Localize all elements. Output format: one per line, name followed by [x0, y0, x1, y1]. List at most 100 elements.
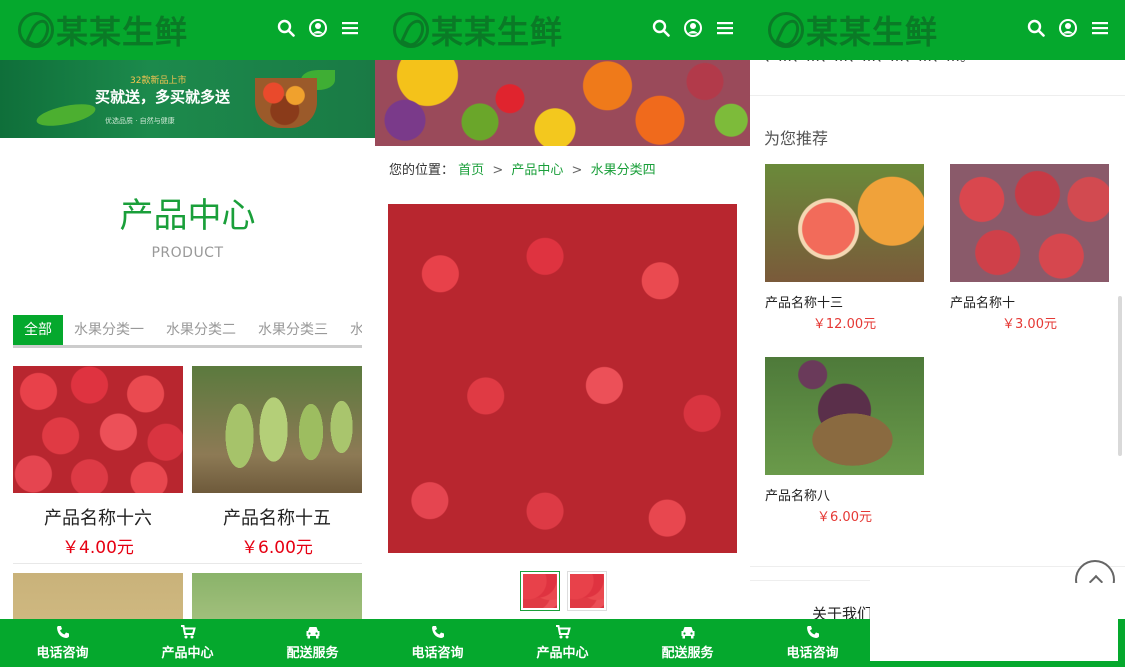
breadcrumb-label: 您的位置：: [389, 163, 455, 178]
category-tabs: 全部 水果分类一 水果分类二 水果分类三 水: [13, 315, 362, 348]
section-subtitle: PRODUCT: [151, 245, 224, 261]
nav-phone[interactable]: 电话咨询: [0, 619, 125, 667]
logo-text: 某某生鲜: [806, 13, 939, 51]
recommend-card[interactable]: 产品名称八 ￥6.00元: [765, 357, 924, 525]
nav-delivery-label: 配送服务: [661, 646, 714, 661]
nav-products-label: 产品中心: [161, 646, 214, 661]
banner-subline: 优选品质 · 自然与健康: [105, 117, 175, 125]
nav-phone[interactable]: 电话咨询: [375, 619, 500, 667]
peas-image: [34, 99, 98, 131]
promo-banner[interactable]: 32款新品上市 买就送，多买就多送 优选品质 · 自然与健康: [0, 60, 375, 138]
product-name[interactable]: 产品名称十五: [192, 504, 362, 530]
breadcrumb: 您的位置： 首页 > 产品中心 > 水果分类四: [389, 159, 656, 178]
three-screen-composite: 某某生鲜 32款新品上市 买就送，多买就多送 优选品质 · 自然与健康 产品中心…: [0, 0, 1125, 667]
fruit-banner: [375, 60, 750, 146]
site-logo[interactable]: 某某生鲜: [393, 10, 563, 51]
breadcrumb-products[interactable]: 产品中心: [511, 163, 563, 178]
search-icon[interactable]: [652, 19, 670, 37]
recommend-image[interactable]: [765, 357, 924, 475]
divider: [750, 95, 1125, 96]
menu-icon[interactable]: [341, 19, 359, 37]
product-price: ￥6.00元: [241, 538, 313, 558]
cart-icon: [555, 625, 571, 639]
car-icon: [306, 627, 319, 639]
thumbnail-image: [570, 574, 604, 608]
section-title: 产品中心: [119, 196, 256, 236]
leaf-logo-icon: [393, 12, 429, 48]
nav-phone-label: 电话咨询: [411, 646, 464, 661]
nav-products[interactable]: 产品中心: [500, 619, 625, 667]
tab-category-4[interactable]: 水: [339, 315, 362, 345]
search-icon[interactable]: [1027, 19, 1045, 37]
nav-delivery[interactable]: 配送服务: [625, 619, 750, 667]
vegetable-basket-image: [255, 78, 317, 128]
banner-tag: 32款新品上市: [130, 76, 187, 86]
breadcrumb-home[interactable]: 首页: [458, 163, 484, 178]
row-divider: [13, 563, 362, 564]
leaf-logo-icon: [768, 12, 804, 48]
recommend-price: ￥6.00元: [817, 510, 872, 525]
divider: [750, 580, 870, 581]
site-logo[interactable]: 某某生鲜: [18, 10, 189, 51]
header-actions: [1027, 19, 1109, 37]
nav-products[interactable]: 产品中心: [125, 619, 250, 667]
site-logo[interactable]: 某某生鲜: [768, 10, 939, 51]
recommend-title: 为您推荐: [764, 129, 829, 148]
scrollbar[interactable]: [1118, 296, 1122, 456]
header-actions: [652, 19, 734, 37]
product-card[interactable]: 产品名称十六 ￥4.00元: [13, 366, 183, 558]
user-icon[interactable]: [309, 19, 327, 37]
nav-delivery[interactable]: 配送服务: [250, 619, 375, 667]
site-header: 某某生鲜: [0, 0, 375, 60]
recommend-image[interactable]: [950, 164, 1109, 282]
nav-delivery-label: 配送服务: [286, 646, 339, 661]
product-name[interactable]: 产品名称十六: [13, 504, 183, 530]
nav-products-label: 产品中心: [536, 646, 589, 661]
recommend-price: ￥3.00元: [1002, 317, 1057, 332]
header-actions: [277, 19, 359, 37]
car-icon: [681, 627, 694, 639]
breadcrumb-category[interactable]: 水果分类四: [591, 163, 656, 178]
tab-all[interactable]: 全部: [13, 315, 63, 345]
divider: [750, 566, 1125, 567]
recommend-name[interactable]: 产品名称十: [950, 292, 1109, 311]
thumbnail-1[interactable]: [520, 571, 560, 611]
user-icon[interactable]: [1059, 19, 1077, 37]
menu-icon[interactable]: [716, 19, 734, 37]
phone-icon: [431, 626, 444, 638]
recommend-name[interactable]: 产品名称十三: [765, 292, 924, 311]
recommend-card[interactable]: 产品名称十 ￥3.00元: [950, 164, 1109, 332]
recommend-card[interactable]: 产品名称十三 ￥12.00元: [765, 164, 924, 332]
recommend-price: ￥12.00元: [812, 317, 877, 332]
breadcrumb-separator: >: [571, 163, 583, 178]
cart-icon: [180, 625, 196, 639]
thumbnail-image: [523, 574, 557, 608]
breadcrumb-separator: >: [492, 163, 504, 178]
recommend-name[interactable]: 产品名称八: [765, 485, 924, 504]
product-card[interactable]: 产品名称十五 ￥6.00元: [192, 366, 362, 558]
bottom-nav: 电话咨询 产品中心 配送服务: [375, 619, 750, 667]
product-image[interactable]: [13, 366, 183, 493]
phone-icon: [56, 626, 69, 638]
image-thumbnails: [520, 571, 607, 611]
logo-text: 某某生鲜: [56, 13, 189, 51]
product-main-image[interactable]: [388, 204, 737, 553]
product-image[interactable]: [192, 366, 362, 493]
nav-phone[interactable]: 电话咨询: [750, 619, 875, 667]
site-header: 某某生鲜: [750, 0, 1125, 60]
thumbnail-2[interactable]: [567, 571, 607, 611]
tab-category-3[interactable]: 水果分类三: [247, 315, 339, 345]
menu-icon[interactable]: [1091, 19, 1109, 37]
tab-category-2[interactable]: 水果分类二: [155, 315, 247, 345]
recommend-image[interactable]: [765, 164, 924, 282]
nav-phone-label: 电话咨询: [786, 646, 839, 661]
bottom-nav: 电话咨询 产品中心 配送服务: [0, 619, 375, 667]
recommendation-screen: 、…、…、…、…、…、…、…。 某某生鲜 为您推荐 产品名称十三 ￥12.00元…: [750, 0, 1125, 667]
overlay-box: [870, 583, 1118, 661]
site-header: 某某生鲜: [375, 0, 750, 60]
user-icon[interactable]: [684, 19, 702, 37]
product-list-screen: 某某生鲜 32款新品上市 买就送，多买就多送 优选品质 · 自然与健康 产品中心…: [0, 0, 375, 667]
banner-headline: 买就送，多买就多送: [95, 88, 231, 106]
search-icon[interactable]: [277, 19, 295, 37]
tab-category-1[interactable]: 水果分类一: [63, 315, 155, 345]
